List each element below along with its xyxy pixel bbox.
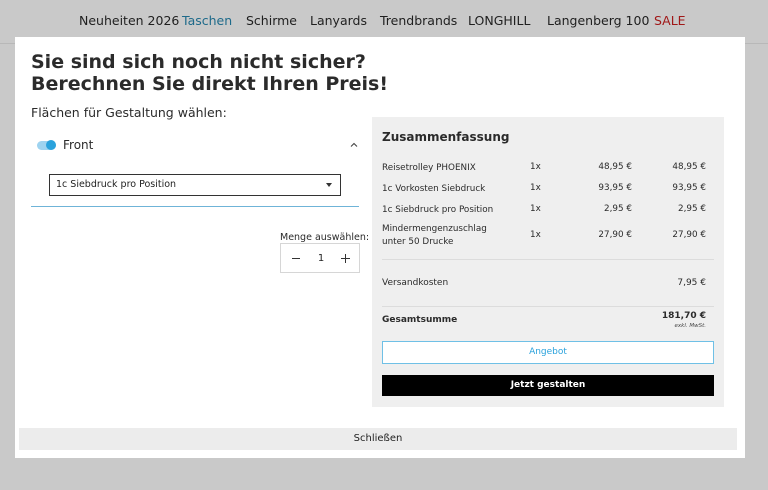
quantity-value[interactable]: 1 — [311, 253, 331, 264]
row-count: 1x — [530, 162, 541, 172]
modal-title-line-2: Berechnen Sie direkt Ihren Preis! — [31, 73, 389, 95]
nav-item-sale[interactable]: SALE — [654, 13, 686, 28]
close-button[interactable]: Schließen — [19, 428, 737, 450]
front-area-row[interactable]: Front — [37, 136, 359, 156]
quantity-label: Menge auswählen: — [280, 232, 370, 243]
modal-title-line-1: Sie sind sich noch nicht sicher? — [31, 51, 366, 73]
offer-button[interactable]: Angebot — [382, 341, 714, 364]
row-name: Reisetrolley PHOENIX — [382, 163, 476, 173]
row-price: 27,90 € — [598, 230, 632, 240]
nav-item-taschen[interactable]: Taschen — [182, 13, 232, 28]
nav-item-schirme[interactable]: Schirme — [246, 13, 297, 28]
row-name: 1c Siebdruck pro Position — [382, 205, 494, 215]
price-calculator-modal: Sie sind sich noch nicht sicher? Berechn… — [15, 37, 745, 458]
row-count: 1x — [530, 183, 541, 193]
row-total: 2,95 € — [678, 204, 706, 214]
row-total: 48,95 € — [672, 162, 706, 172]
summary-panel: Zusammenfassung Reisetrolley PHOENIX 1x … — [372, 117, 724, 407]
nav-item-trendbrands[interactable]: Trendbrands — [380, 13, 457, 28]
row-total: 27,90 € — [672, 230, 706, 240]
row-count: 1x — [530, 204, 541, 214]
areas-label: Flächen für Gestaltung wählen: — [31, 105, 227, 120]
print-method-value: 1c Siebdruck pro Position — [56, 179, 177, 190]
nav-item-langenberg[interactable]: Langenberg 100 — [547, 13, 649, 28]
shipping-value: 7,95 € — [677, 278, 706, 288]
row-name: 1c Vorkosten Siebdruck — [382, 184, 486, 194]
minus-icon[interactable] — [292, 258, 300, 259]
front-label: Front — [63, 138, 94, 152]
grand-total-label: Gesamtsumme — [382, 315, 458, 325]
caret-down-icon — [326, 183, 332, 187]
row-price: 48,95 € — [598, 162, 632, 172]
summary-title: Zusammenfassung — [382, 130, 510, 144]
nav-item-longhill[interactable]: LONGHILL — [468, 13, 530, 28]
summary-divider — [382, 306, 714, 307]
quantity-stepper: 1 — [280, 243, 360, 273]
row-name: Mindermengenzuschlag unter 50 Drucke — [382, 224, 487, 247]
summary-divider — [382, 259, 714, 260]
create-now-button[interactable]: Jetzt gestalten — [382, 375, 714, 396]
row-count: 1x — [530, 230, 541, 240]
tax-note: exkl. MwSt. — [674, 323, 707, 329]
shipping-label: Versandkosten — [382, 278, 449, 288]
row-price: 2,95 € — [604, 204, 632, 214]
modal-title: Sie sind sich noch nicht sicher? Berechn… — [31, 51, 451, 95]
nav-item-neuheiten[interactable]: Neuheiten 2026 — [79, 13, 179, 28]
chevron-up-icon[interactable] — [349, 140, 359, 150]
print-method-select[interactable]: 1c Siebdruck pro Position — [49, 174, 341, 196]
plus-icon[interactable] — [341, 254, 350, 263]
toggle-knob — [46, 140, 56, 150]
section-divider — [31, 206, 359, 207]
front-toggle[interactable] — [37, 140, 56, 150]
grand-total-value: 181,70 € — [661, 311, 706, 321]
row-total: 93,95 € — [672, 183, 706, 193]
row-price: 93,95 € — [598, 183, 632, 193]
nav-item-lanyards[interactable]: Lanyards — [310, 13, 367, 28]
